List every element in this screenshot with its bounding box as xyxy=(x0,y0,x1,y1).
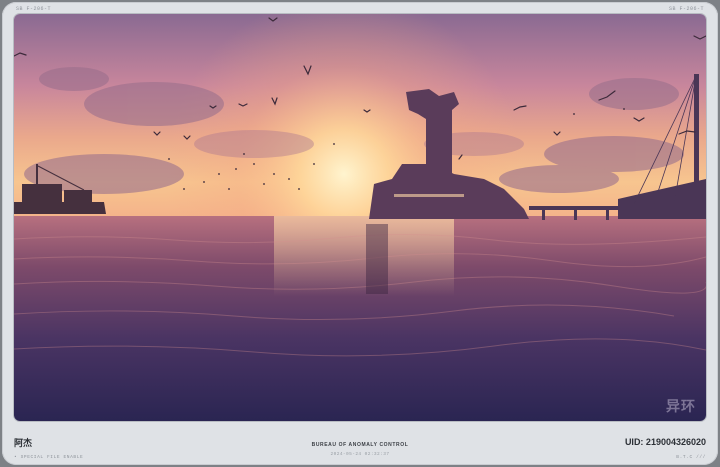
player-uid: UID: 219004326020 xyxy=(624,437,706,447)
footer-code-label: B.T.C /// xyxy=(676,455,706,460)
game-logo-watermark: 异环 xyxy=(666,399,696,415)
corner-tag-right: SB F-206-T xyxy=(668,6,704,12)
corner-tag-left: SB F-206-T xyxy=(16,6,52,12)
capture-timestamp: 2024-05-24 02:32:37 xyxy=(330,452,390,457)
sunset-scene xyxy=(14,14,706,421)
screenshot-image: 异环 xyxy=(14,14,706,421)
organization-title: BUREAU OF ANOMALY CONTROL xyxy=(311,442,409,448)
